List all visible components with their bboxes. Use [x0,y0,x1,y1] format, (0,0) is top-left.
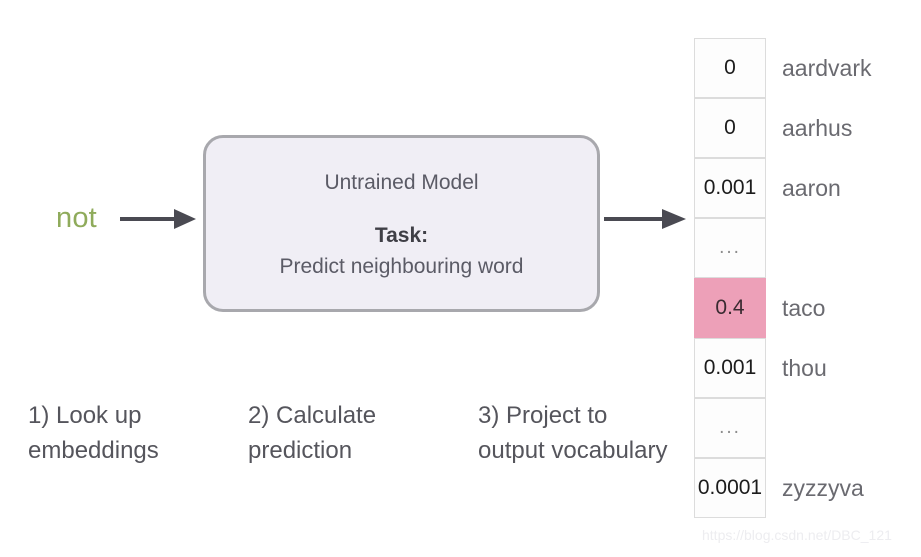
vocab-ellipsis-cell: ... [694,398,766,458]
table-row: 0.001 thou [694,338,827,398]
vocab-ellipsis-cell: ... [694,218,766,278]
vocab-word-label: aardvark [782,54,872,81]
vocab-word-label: thou [782,354,827,381]
input-word-label: not [56,202,97,234]
input-to-model-arrow [120,209,196,229]
model-to-output-arrow [604,209,686,229]
table-row: 0.001 aaron [694,158,841,218]
diagram-canvas: not Untrained Model Task: Predict neighb… [0,0,921,557]
model-task-text: Predict neighbouring word [279,255,524,278]
table-row: 0.4 taco [694,278,825,338]
model-title: Untrained Model [324,171,479,194]
vocab-probability-cell: 0.0001 [694,458,766,518]
vocab-probability-cell-highlighted: 0.4 [694,278,766,338]
step-caption-2: 2) Calculate prediction [248,402,377,464]
watermark: https://blog.csdn.net/DBC_121 [702,527,892,543]
model-task-label: Task: [374,224,429,247]
step-caption-1: 1) Look up embeddings [28,402,159,464]
table-row: 0 aarhus [694,98,852,158]
vocab-word-label: aaron [782,174,841,201]
table-row: 0.0001 zyzzyva [694,458,864,518]
vocab-word-label: zyzzyva [782,474,864,501]
vocab-probability-cell: 0.001 [694,158,766,218]
table-row: ... [694,398,766,458]
table-row: 0 aardvark [694,38,871,98]
output-vocabulary-table: 0 aardvark 0 aarhus 0.001 aaron ... 0.4 … [694,38,871,518]
table-row: ... [694,218,766,278]
vocab-probability-cell: 0.001 [694,338,766,398]
vocab-probability-cell: 0 [694,38,766,98]
vocab-word-label: aarhus [782,114,853,141]
step-caption-3: 3) Project to output vocabulary [478,402,668,464]
model-box: Untrained Model Task: Predict neighbouri… [203,135,600,312]
vocab-probability-cell: 0 [694,98,766,158]
vocab-word-label: taco [782,294,826,321]
